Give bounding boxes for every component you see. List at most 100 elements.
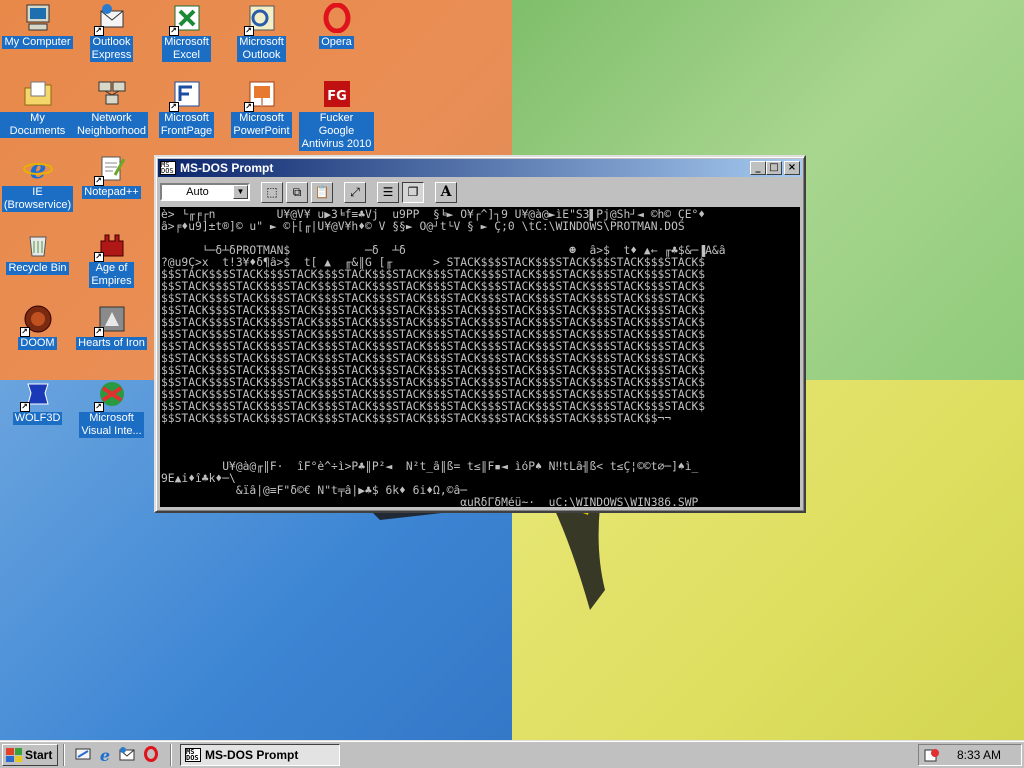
desktop-icon-age-of-empires[interactable]: ↗ Age of Empires bbox=[74, 228, 149, 288]
taskbar-button-ms-dos-prompt[interactable]: MS DOS MS-DOS Prompt bbox=[180, 744, 340, 766]
desktop-icon-antivirus[interactable]: FG Fucker Google Antivirus 2010 bbox=[299, 78, 374, 151]
visual-interdev-icon: ↗ bbox=[93, 378, 128, 412]
svg-text:FG: FG bbox=[327, 89, 347, 104]
desktop-icon-label: Notepad++ bbox=[82, 186, 141, 199]
terminal-line: $$STACK$$$STACK$$$STACK$$$STACK$$$STACK$… bbox=[161, 353, 706, 365]
desktop-icon-network-neighborhood[interactable]: Network Neighborhood bbox=[74, 78, 149, 138]
terminal-line: â>╒♦u9]±t®]© u" ► ©├[╓|U¥@V¥h♦© V §§► Ö@… bbox=[161, 221, 685, 233]
opera-icon bbox=[321, 2, 353, 34]
font-icon: A bbox=[440, 184, 452, 200]
desktop-icon-my-documents[interactable]: My Documents bbox=[0, 78, 75, 138]
desktop-icon-hearts-of-iron[interactable]: ↗ Hearts of Iron bbox=[74, 303, 149, 350]
full-screen-button[interactable]: ⤢ bbox=[344, 181, 366, 203]
desktop-icon-label: WOLF3D bbox=[12, 412, 63, 425]
terminal-output[interactable]: è> └╓╒┌n U¥@V¥ u▶3╘f≡♣Vj u9PP §╘► Ö¥┌^]┐… bbox=[160, 207, 800, 507]
ms-dos-prompt-window[interactable]: MS DOS MS-DOS Prompt _ □ × Auto ▼ ⬚ ⧉ 📋 … bbox=[154, 155, 806, 513]
paste-icon: 📋 bbox=[314, 185, 330, 199]
age-of-empires-icon: ↗ bbox=[93, 228, 128, 262]
desktop-icon-microsoft-powerpoint[interactable]: ↗ Microsoft PowerPoint bbox=[224, 78, 299, 138]
svg-text:e: e bbox=[29, 155, 46, 183]
outlook-icon: ↗ bbox=[243, 2, 278, 36]
desktop-icon-label: Microsoft PowerPoint bbox=[231, 112, 292, 138]
desktop-icon-wolf3d[interactable]: ↗ WOLF3D bbox=[0, 378, 75, 425]
background-button[interactable]: ❐ bbox=[402, 181, 424, 203]
quick-launch-show-desktop[interactable] bbox=[74, 746, 92, 764]
network-neighborhood-icon bbox=[96, 78, 128, 110]
copy-button[interactable]: ⧉ bbox=[286, 181, 308, 203]
desktop-icon-doom[interactable]: ↗ DOOM bbox=[0, 303, 75, 350]
desktop-icon-visual-interdev[interactable]: ↗ Microsoft Visual Inte... bbox=[74, 378, 149, 438]
terminal-line: $$STACK$$$STACK$$$STACK$$$STACK$$$STACK$… bbox=[161, 281, 706, 293]
terminal-line: $$STACK$$$STACK$$$STACK$$$STACK$$$STACK$… bbox=[161, 341, 706, 353]
desktop-icon-recycle-bin[interactable]: Recycle Bin bbox=[0, 228, 75, 275]
desktop-icon-microsoft-frontpage[interactable]: ↗ Microsoft FrontPage bbox=[149, 78, 224, 138]
desktop-icon-ie-browservice[interactable]: e IE (Browservice) bbox=[0, 152, 75, 212]
terminal-line: è> └╓╒┌n U¥@V¥ u▶3╘f≡♣Vj u9PP §╘► Ö¥┌^]┐… bbox=[161, 209, 706, 221]
font-size-select[interactable]: Auto ▼ bbox=[160, 183, 250, 201]
terminal-line: U¥@à@╓║F· îF°è^÷ì>P♣║P²◄ N²t_â║ß= t≤║F▪◄… bbox=[161, 461, 699, 473]
my-documents-icon bbox=[22, 78, 54, 110]
start-button[interactable]: Start bbox=[2, 744, 58, 766]
full-screen-icon: ⤢ bbox=[350, 184, 360, 199]
wolf3d-icon: ↗ bbox=[19, 378, 54, 412]
desktop-icon-opera[interactable]: Opera bbox=[299, 2, 374, 49]
terminal-line: $$STACK$$$STACK$$$STACK$$$STACK$$$STACK$… bbox=[161, 377, 706, 389]
terminal-line: &ïâ|@≡F"δ©€ N"t╤â|▶♣$ 6k♦ 6i♦Ω,©â─ bbox=[161, 485, 468, 497]
quick-launch-internet-explorer[interactable]: e bbox=[96, 745, 114, 765]
terminal-line: $$STACK$$$STACK$$$STACK$$$STACK$$$STACK$… bbox=[161, 317, 706, 329]
desktop-icon-my-computer[interactable]: My Computer bbox=[0, 2, 75, 49]
window-title: MS-DOS Prompt bbox=[180, 161, 274, 175]
properties-icon: ☰ bbox=[382, 185, 394, 199]
quick-launch-outlook-express[interactable] bbox=[118, 746, 136, 764]
scheduler-icon[interactable] bbox=[923, 747, 941, 763]
desktop-icon-label: My Documents bbox=[0, 112, 75, 138]
terminal-line: $$STACK$$$STACK$$$STACK$$$STACK$$$STACK$… bbox=[161, 329, 706, 341]
terminal-line: αuRδΓδMéü~· uC:\WINDOWS\WIN386.SWP bbox=[161, 497, 699, 507]
doom-icon: ↗ bbox=[19, 303, 54, 337]
taskbar: Start e MS DOS MS-DOS Prompt 8:33 AM bbox=[0, 740, 1024, 768]
window-toolbar: Auto ▼ ⬚ ⧉ 📋 ⤢ ☰ ❐ A bbox=[158, 180, 802, 204]
font-button[interactable]: A bbox=[435, 181, 457, 203]
terminal-line: └─δ┴δPROTMAN$ ─δ ┴δ ☻ â>$ t♦ ▲← ╓♣$&─▐Ä&… bbox=[161, 245, 726, 257]
desktop-icon-microsoft-excel[interactable]: ↗ Microsoft Excel bbox=[149, 2, 224, 62]
font-size-value: Auto bbox=[186, 186, 209, 198]
taskbar-separator bbox=[63, 744, 65, 766]
desktop-icon-label: My Computer bbox=[2, 36, 73, 49]
terminal-line: $$STACK$$$STACK$$$STACK$$$STACK$$$STACK$… bbox=[161, 401, 706, 413]
quick-launch-opera[interactable] bbox=[142, 745, 160, 764]
outlook-express-icon: ↗ bbox=[93, 2, 128, 36]
desktop-icon-outlook-express[interactable]: ↗ Outlook Express bbox=[74, 2, 149, 62]
taskbar-separator bbox=[170, 744, 172, 766]
desktop-icon-label: DOOM bbox=[18, 337, 57, 350]
recycle-bin-icon bbox=[22, 228, 54, 260]
copy-icon: ⧉ bbox=[292, 184, 302, 199]
terminal-line: $$STACK$$$STACK$$$STACK$$$STACK$$$STACK$… bbox=[161, 305, 706, 317]
close-button[interactable]: × bbox=[784, 161, 800, 175]
paste-button[interactable]: 📋 bbox=[311, 181, 333, 203]
internet-explorer-icon: e bbox=[99, 745, 111, 765]
mark-button[interactable]: ⬚ bbox=[261, 181, 283, 203]
desktop: My Computer ↗ Outlook Express ↗ Microsof… bbox=[0, 0, 1024, 740]
show-desktop-icon bbox=[75, 746, 91, 765]
desktop-icon-microsoft-outlook[interactable]: ↗ Microsoft Outlook bbox=[224, 2, 299, 62]
minimize-button[interactable]: _ bbox=[750, 161, 766, 175]
desktop-icon-notepad-plus-plus[interactable]: ↗ Notepad++ bbox=[74, 152, 149, 199]
desktop-icon-label: Outlook Express bbox=[89, 36, 134, 62]
desktop-icon-label: Network Neighborhood bbox=[74, 112, 149, 138]
terminal-line: $$STACK$$$STACK$$$STACK$$$STACK$$$STACK$… bbox=[161, 269, 706, 281]
desktop-icon-label: Microsoft Visual Inte... bbox=[79, 412, 144, 438]
ms-dos-icon: MS DOS bbox=[160, 161, 176, 175]
properties-button[interactable]: ☰ bbox=[377, 181, 399, 203]
desktop-icon-label: Microsoft Outlook bbox=[237, 36, 286, 62]
taskbar-button-label: MS-DOS Prompt bbox=[205, 748, 299, 762]
window-titlebar[interactable]: MS DOS MS-DOS Prompt _ □ × bbox=[158, 159, 802, 177]
maximize-button[interactable]: □ bbox=[766, 161, 782, 175]
taskbar-clock[interactable]: 8:33 AM bbox=[957, 748, 1001, 762]
terminal-line: $$STACK$$$STACK$$$STACK$$$STACK$$$STACK$… bbox=[161, 389, 706, 401]
powerpoint-icon: ↗ bbox=[243, 78, 278, 112]
excel-icon: ↗ bbox=[168, 2, 203, 36]
chevron-down-icon[interactable]: ▼ bbox=[233, 185, 248, 199]
start-label: Start bbox=[25, 748, 53, 762]
